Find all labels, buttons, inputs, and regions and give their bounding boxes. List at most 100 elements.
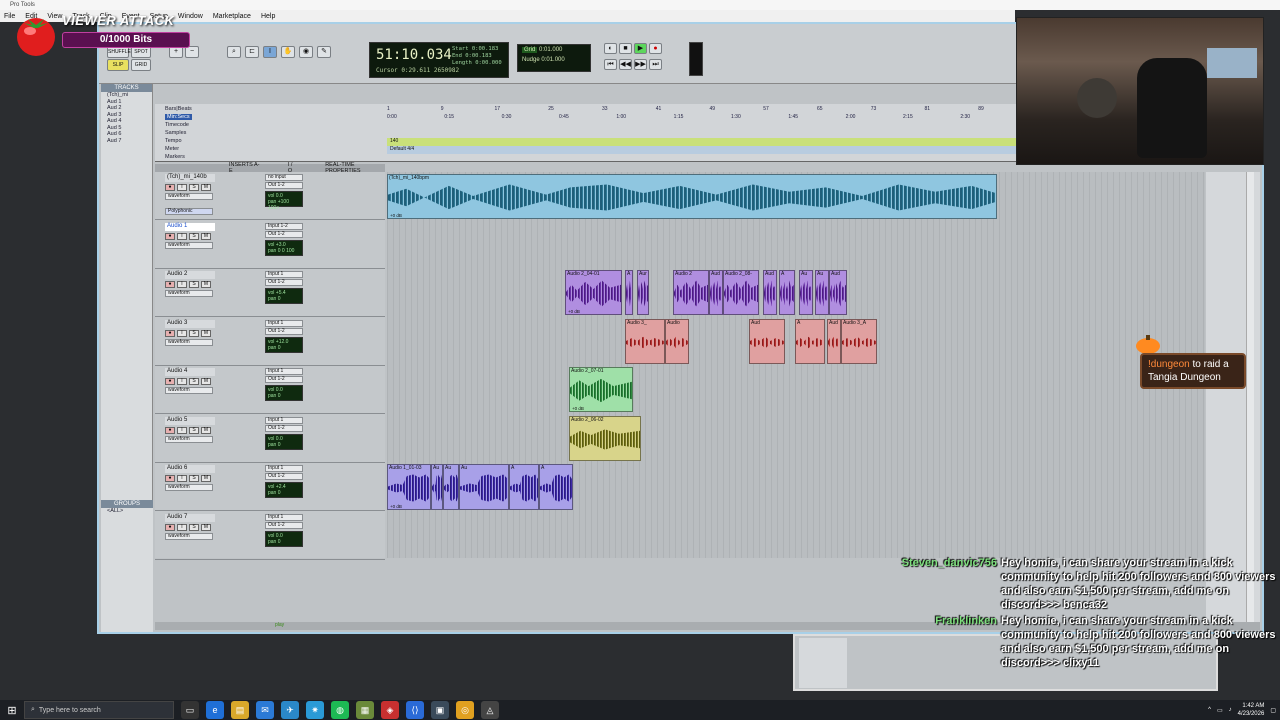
main-counter[interactable]: 51:10.034 Cursor 0:29.611 2650982 Start … bbox=[369, 42, 509, 78]
output-selector[interactable]: Out 1-2 bbox=[265, 327, 303, 335]
record-enable-button[interactable]: ● bbox=[165, 232, 175, 240]
input-selector[interactable]: Input 1 bbox=[265, 368, 303, 375]
online-button[interactable]: ◐ bbox=[604, 43, 617, 54]
track-name[interactable]: Audio 5 bbox=[165, 416, 215, 425]
group-item-all[interactable]: <ALL> bbox=[101, 508, 153, 515]
track-header[interactable]: Audio 7 ● I S M waveform Input 1 Out 1-2… bbox=[155, 512, 385, 560]
volume-pan-display[interactable]: vol +3.0 pan 0 0 100 bbox=[265, 239, 303, 256]
solo-button[interactable]: S bbox=[189, 281, 199, 288]
input-selector[interactable]: no input bbox=[265, 174, 303, 181]
app-icon-window[interactable]: ▣ bbox=[431, 701, 449, 719]
return-to-zero-button[interactable]: ⏮ bbox=[604, 59, 617, 70]
audio-clip[interactable]: A bbox=[779, 270, 795, 315]
volume-pan-display[interactable]: vol 0.0 pan +100 100> bbox=[265, 191, 303, 211]
input-selector[interactable]: Input 1 bbox=[265, 513, 303, 521]
volume-pan-display[interactable]: vol 0.0 pan 0 bbox=[265, 530, 303, 547]
solo-button[interactable]: S bbox=[189, 523, 199, 531]
stop-button[interactable]: ■ bbox=[619, 43, 632, 54]
input-selector[interactable]: Input 1 bbox=[265, 465, 303, 472]
task-view-icon[interactable]: ▭ bbox=[181, 701, 199, 719]
track-view-selector[interactable]: waveform bbox=[165, 241, 213, 249]
input-selector[interactable]: Input 1 bbox=[265, 319, 303, 327]
track-view-selector[interactable]: waveform bbox=[165, 193, 213, 200]
mute-button[interactable]: M bbox=[201, 184, 211, 191]
scrubber-tool-icon[interactable]: ◉ bbox=[299, 46, 313, 58]
input-selector[interactable]: Input 1-2 bbox=[265, 222, 303, 230]
tray-chevron-icon[interactable]: ^ bbox=[1208, 707, 1211, 713]
record-enable-button[interactable]: ● bbox=[165, 281, 175, 288]
menu-help[interactable]: Help bbox=[261, 13, 275, 20]
track-header[interactable]: Audio 1 ● I S M waveform Input 1-2 Out 1… bbox=[155, 221, 385, 269]
audio-clip[interactable]: Audio 2_07-01 +0 dB bbox=[569, 367, 633, 412]
edit-area[interactable]: (Tch)_mi_140bpm +0 dB Audio 2_04-01 +0 dB … bbox=[387, 172, 1205, 558]
solo-button[interactable]: S bbox=[189, 329, 199, 337]
nudge-value[interactable]: 0:01.000 bbox=[541, 57, 564, 63]
audio-clip[interactable]: A bbox=[539, 464, 573, 510]
track-view-selector[interactable]: waveform bbox=[165, 484, 213, 491]
mute-button[interactable]: M bbox=[201, 378, 211, 385]
app-icon-red[interactable]: ◈ bbox=[381, 701, 399, 719]
grid-nudge-box[interactable]: Grid 0:01.000 Nudge 0:01.000 bbox=[517, 44, 591, 72]
audio-clip[interactable]: Aud bbox=[709, 270, 723, 315]
record-button[interactable]: ● bbox=[649, 43, 662, 54]
vscode-icon[interactable]: ⟨⟩ bbox=[406, 701, 424, 719]
output-selector[interactable]: Out 1-2 bbox=[265, 473, 303, 480]
audio-clip[interactable]: Aud bbox=[827, 319, 841, 364]
track-view-selector[interactable]: waveform bbox=[165, 338, 213, 346]
solo-button[interactable]: S bbox=[189, 475, 199, 482]
solo-button[interactable]: S bbox=[189, 184, 199, 191]
output-selector[interactable]: Out 1-2 bbox=[265, 279, 303, 286]
notification-icon[interactable]: ▢ bbox=[1270, 707, 1276, 714]
selector-tool-icon[interactable]: I bbox=[263, 46, 277, 58]
audio-clip[interactable]: Aud bbox=[829, 270, 847, 315]
input-monitor-button[interactable]: I bbox=[177, 232, 187, 240]
app-icon-bluebird[interactable]: ✷ bbox=[306, 701, 324, 719]
track-header[interactable]: Audio 2 ● I S M waveform Input 1 Out 1-2… bbox=[155, 269, 385, 317]
audio-clip[interactable]: Audio 3_A bbox=[841, 319, 877, 364]
volume-pan-display[interactable]: vol 0.0 pan 0 bbox=[265, 385, 303, 401]
track-name[interactable]: Audio 6 bbox=[165, 465, 215, 473]
menu-marketplace[interactable]: Marketplace bbox=[213, 13, 251, 20]
output-selector[interactable]: Out 1-2 bbox=[265, 424, 303, 432]
pro-tools-icon[interactable]: ◬ bbox=[481, 701, 499, 719]
track-header[interactable]: Audio 3 ● I S M waveform Input 1 Out 1-2… bbox=[155, 318, 385, 366]
track-view-selector[interactable]: waveform bbox=[165, 532, 213, 540]
track-view-selector[interactable]: waveform bbox=[165, 387, 213, 394]
input-selector[interactable]: Input 1 bbox=[265, 271, 303, 278]
mute-button[interactable]: M bbox=[201, 475, 211, 482]
audio-clip[interactable]: Audio 3_ bbox=[625, 319, 665, 364]
audio-clip[interactable]: A bbox=[795, 319, 825, 364]
track-name[interactable]: (Tch)_mi_140b bbox=[165, 174, 215, 182]
scroll-rail[interactable] bbox=[1246, 172, 1254, 622]
slip-mode-button[interactable]: SLIP bbox=[107, 59, 129, 71]
audio-clip[interactable]: Aur bbox=[637, 270, 649, 315]
audio-clip[interactable]: Au bbox=[431, 464, 443, 510]
track-name[interactable]: Audio 4 bbox=[165, 368, 215, 376]
input-monitor-button[interactable]: I bbox=[177, 523, 187, 531]
play-button[interactable]: ▶ bbox=[634, 43, 647, 54]
output-selector[interactable]: Out 1-2 bbox=[265, 230, 303, 238]
track-name[interactable]: Audio 7 bbox=[165, 513, 215, 522]
record-enable-button[interactable]: ● bbox=[165, 184, 175, 191]
zoomer-tool-icon[interactable]: ⌕ bbox=[227, 46, 241, 58]
rewind-button[interactable]: ◀◀ bbox=[619, 59, 632, 70]
audio-clip[interactable]: Au bbox=[799, 270, 813, 315]
go-to-end-button[interactable]: ⏭ bbox=[649, 59, 662, 70]
pencil-tool-icon[interactable]: ✎ bbox=[317, 46, 331, 58]
file-explorer-icon[interactable]: ▤ bbox=[231, 701, 249, 719]
track-header[interactable]: Audio 6 ● I S M waveform Input 1 Out 1-2… bbox=[155, 463, 385, 511]
audio-clip[interactable]: Audio 1_01-03 +0 dB bbox=[387, 464, 431, 510]
input-monitor-button[interactable]: I bbox=[177, 426, 187, 434]
audio-clip[interactable]: Audio 2_08- bbox=[723, 270, 759, 315]
volume-pan-display[interactable]: vol +12.0 pan 0 bbox=[265, 336, 303, 353]
volume-pan-display[interactable]: vol +2.4 pan 0 bbox=[265, 482, 303, 498]
grid-value[interactable]: 0:01.000 bbox=[539, 47, 562, 53]
input-monitor-button[interactable]: I bbox=[177, 475, 187, 482]
volume-icon[interactable]: ♪ bbox=[1229, 707, 1232, 713]
groups-panel-header[interactable]: GROUPS bbox=[101, 500, 153, 508]
grabber-tool-icon[interactable]: ✋ bbox=[281, 46, 295, 58]
elastic-audio-mode[interactable]: Polyphonic bbox=[165, 208, 213, 215]
track-header[interactable]: Audio 4 ● I S M waveform Input 1 Out 1-2… bbox=[155, 366, 385, 414]
input-monitor-button[interactable]: I bbox=[177, 184, 187, 191]
system-clock[interactable]: 1:42 AM 4/23/2026 bbox=[1238, 702, 1265, 718]
